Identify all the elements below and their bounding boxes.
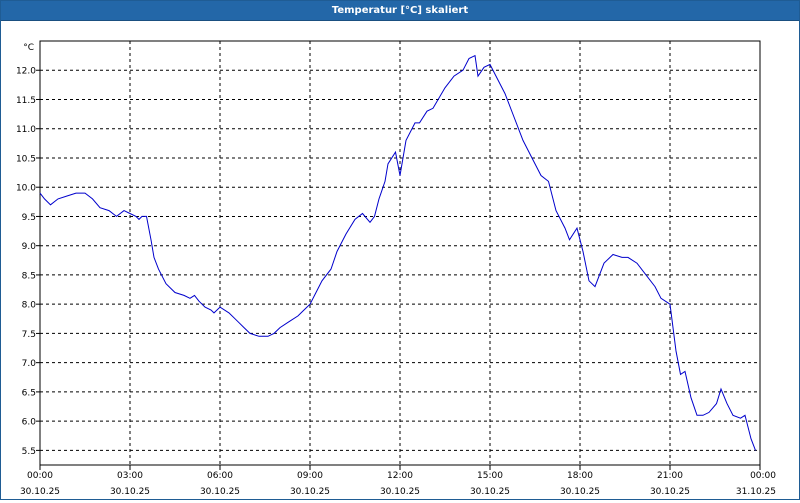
y-tick-label: 6.5 <box>22 388 36 398</box>
x-tick-date-label: 30.10.25 <box>110 487 150 497</box>
y-tick-label: 9.5 <box>22 213 36 223</box>
x-tick-time-label: 15:00 <box>477 471 503 481</box>
y-tick-label: 11.0 <box>16 125 36 135</box>
y-axis-unit-label: °C <box>23 43 34 53</box>
x-tick-time-label: 09:00 <box>297 471 323 481</box>
y-tick-label: 10.0 <box>16 184 36 194</box>
y-tick-label: 6.0 <box>22 418 37 428</box>
chart-area: 5.5 6.0 6.5 7.0 7.5 8.0 8.5 9.0 9.5 10.0 10.5 11.0 1… <box>1 21 799 499</box>
x-tick-date-label: 30.10.25 <box>560 487 600 497</box>
y-tick-label: 11.5 <box>16 96 36 106</box>
y-tick-label: 7.5 <box>22 330 36 340</box>
x-tick-time-label: 12:00 <box>387 471 413 481</box>
x-tick-time-label: 06:00 <box>207 471 233 481</box>
x-tick-date-label: 30.10.25 <box>470 487 510 497</box>
y-tick-label: 8.5 <box>22 271 36 281</box>
x-tick-time-label: 18:00 <box>567 471 593 481</box>
y-tick-label: 8.0 <box>22 301 37 311</box>
x-tick-date-label: 31.10.25 <box>736 487 776 497</box>
x-tick-time-label: 00:00 <box>27 471 53 481</box>
y-tick-label: 10.5 <box>16 154 36 164</box>
y-tick-label: 9.0 <box>22 242 37 252</box>
x-tick-date-label: 30.10.25 <box>650 487 690 497</box>
x-tick-date-label: 30.10.25 <box>200 487 240 497</box>
x-tick-date-label: 30.10.25 <box>20 487 60 497</box>
x-tick-date-label: 30.10.25 <box>290 487 330 497</box>
temperature-chart: 5.5 6.0 6.5 7.0 7.5 8.0 8.5 9.0 9.5 10.0 10.5 11.0 1… <box>16 40 776 497</box>
y-tick-label: 7.0 <box>22 359 37 369</box>
x-tick-time-label: 21:00 <box>657 471 683 481</box>
x-tick-time-label: 00:00 <box>750 471 776 481</box>
window-title: Temperatur [°C] skaliert <box>1 1 799 21</box>
chart-window: Temperatur [°C] skaliert 5.5 6.0 6.5 7.0 7.5… <box>0 0 800 500</box>
x-tick-time-label: 03:00 <box>117 471 143 481</box>
y-tick-label: 12.0 <box>16 67 36 77</box>
y-tick-label: 5.5 <box>22 447 36 457</box>
x-tick-date-label: 30.10.25 <box>380 487 420 497</box>
